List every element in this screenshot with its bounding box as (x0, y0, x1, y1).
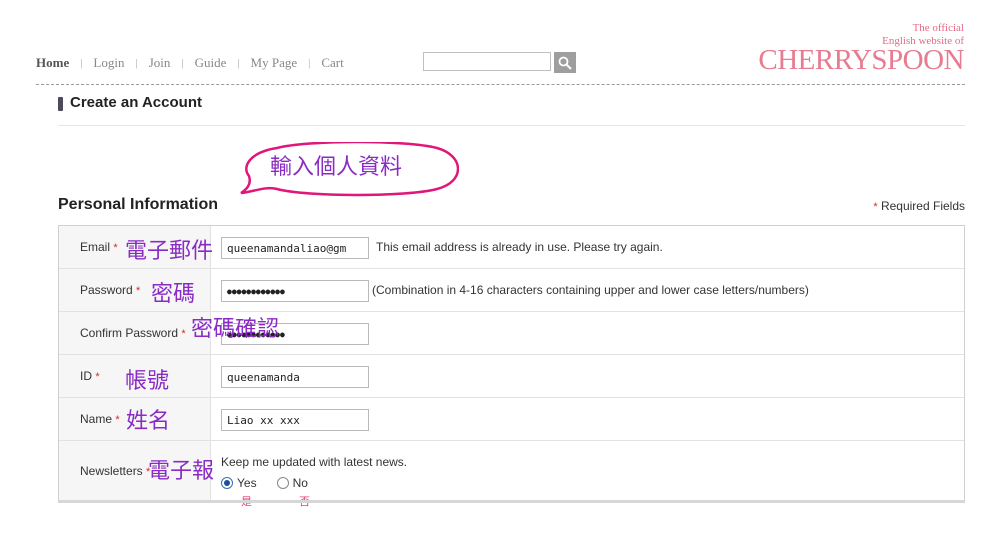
required-fields-label: Required Fields (880, 199, 965, 213)
required-mark: * (181, 328, 186, 340)
required-fields-note: * Required Fields (873, 199, 965, 213)
newsletter-yes-radio[interactable] (221, 477, 233, 489)
email-label-text: Email (80, 240, 111, 254)
nav-separator: | (80, 57, 83, 69)
nav-join[interactable]: Join (149, 55, 171, 71)
section-title: Personal Information (58, 196, 219, 213)
newsletter-no-radio[interactable] (276, 477, 289, 489)
newsletters-label-text: Newsletters (80, 464, 143, 478)
password-annotation: 密碼 (151, 281, 196, 306)
newsletters-text: Keep me updated with latest news. (221, 455, 408, 469)
newsletters-annotation: 電子報 (148, 458, 215, 483)
password-label-text: Password (80, 283, 133, 297)
nav-cart[interactable]: Cart (321, 55, 343, 71)
row-divider (59, 268, 964, 269)
required-mark: * (873, 201, 878, 213)
name-field[interactable]: Liao xx xxx (221, 409, 369, 431)
nav-home[interactable]: Home (36, 55, 69, 71)
logo-tagline: The official (912, 22, 964, 34)
required-mark: * (113, 242, 118, 254)
nav-separator: | (237, 57, 240, 69)
id-label-text: ID (80, 369, 92, 383)
site-logo[interactable]: The official English website of CHERRYSP… (758, 22, 964, 76)
id-annotation: 帳號 (125, 368, 170, 393)
search-button[interactable] (554, 52, 576, 73)
nav-separator: | (135, 57, 138, 69)
name-annotation: 姓名 (126, 408, 171, 433)
password-field[interactable]: ●●●●●●●●●●●● (221, 280, 369, 302)
name-label-text: Name (80, 412, 113, 426)
id-label: ID * (80, 369, 100, 383)
confirm-password-label-text: Confirm Password (80, 326, 179, 340)
personal-info-form: Email * 電子郵件 queenamandaliao@gm This ema… (58, 225, 965, 508)
required-mark: * (95, 371, 100, 383)
nav-separator: | (181, 57, 184, 69)
title-marker (58, 97, 63, 111)
header-divider (36, 84, 965, 85)
nav-separator: | (308, 57, 311, 69)
id-field[interactable]: queenamanda (221, 366, 369, 388)
bubble-annotation: 輸入個人資料 (270, 154, 403, 179)
password-label: Password * (80, 283, 140, 297)
form-bottom-border (58, 500, 965, 503)
password-hint: (Combination in 4-16 characters containi… (372, 283, 809, 297)
email-label: Email * (80, 240, 118, 254)
row-divider (59, 440, 964, 441)
required-mark: * (136, 285, 141, 297)
search-icon (558, 56, 572, 70)
newsletter-yes-label[interactable]: Yes (237, 476, 257, 490)
email-field[interactable]: queenamandaliao@gm (221, 237, 369, 259)
email-error-hint: This email address is already in use. Pl… (376, 240, 663, 254)
nav-guide[interactable]: Guide (195, 55, 227, 71)
title-divider (58, 125, 965, 126)
required-mark: * (115, 414, 120, 426)
page-title: Create an Account (70, 94, 202, 111)
logo-brand: CHERRYSPOON (758, 44, 964, 76)
newsletter-no-label[interactable]: No (293, 476, 308, 490)
top-nav: Home | Login | Join | Guide | My Page | … (36, 55, 344, 71)
name-label: Name * (80, 412, 120, 426)
nav-login[interactable]: Login (93, 55, 124, 71)
radio-selected-dot (224, 480, 230, 486)
newsletter-options: Yes No (221, 476, 308, 490)
email-annotation: 電子郵件 (125, 238, 214, 263)
row-divider (59, 397, 964, 398)
row-divider (59, 354, 964, 355)
confirm-password-annotation: 密碼確認 (191, 316, 280, 341)
search-input[interactable] (423, 52, 551, 71)
confirm-password-label: Confirm Password * (80, 326, 186, 340)
nav-my-page[interactable]: My Page (251, 55, 298, 71)
newsletters-label: Newsletters * (80, 464, 150, 478)
